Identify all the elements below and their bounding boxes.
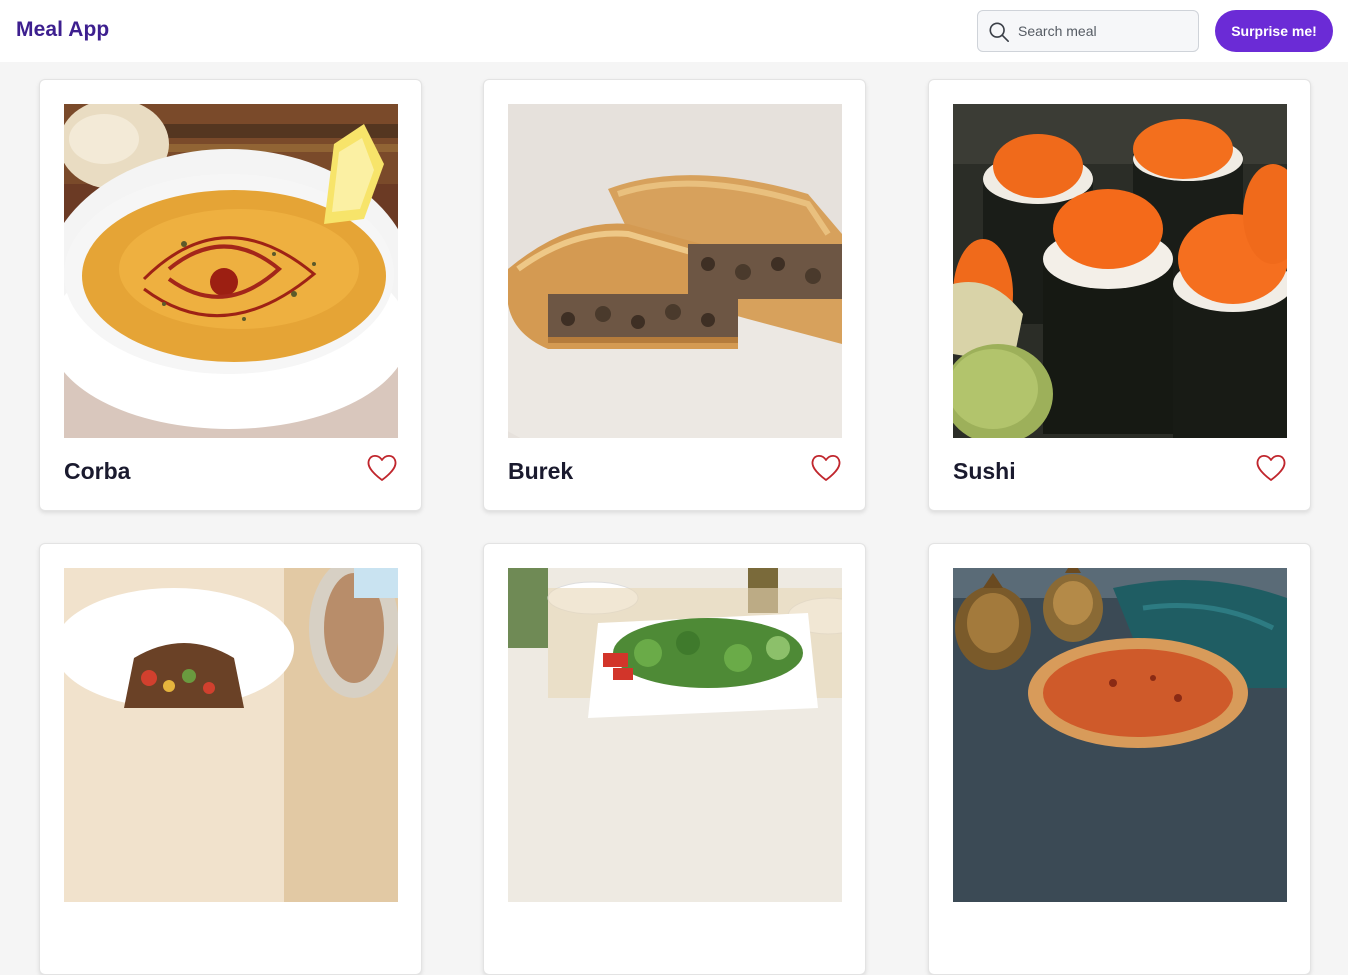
meal-card[interactable] [928, 543, 1311, 975]
search-box[interactable] [977, 10, 1199, 52]
meal-title[interactable]: Sushi [953, 458, 1016, 485]
meal-card[interactable] [39, 543, 422, 975]
meal-card[interactable]: Burek [483, 79, 866, 511]
heart-outline-icon[interactable] [810, 453, 842, 483]
meal-image[interactable] [953, 104, 1287, 438]
meal-title[interactable]: Burek [508, 458, 573, 485]
meal-card[interactable]: Sushi [928, 79, 1311, 511]
meal-card[interactable]: Corba [39, 79, 422, 511]
search-icon [989, 22, 1009, 42]
meal-image[interactable] [953, 568, 1287, 902]
meal-image[interactable] [64, 568, 398, 902]
meal-image[interactable] [508, 568, 842, 902]
heart-outline-icon[interactable] [366, 453, 398, 483]
surprise-me-button[interactable]: Surprise me! [1215, 10, 1333, 52]
app-title[interactable]: Meal App [16, 18, 109, 42]
meal-image[interactable] [508, 104, 842, 438]
search-input[interactable] [1018, 19, 1188, 43]
app-header: Meal App Surprise me! [0, 0, 1348, 62]
heart-outline-icon[interactable] [1255, 453, 1287, 483]
meal-card[interactable] [483, 543, 866, 975]
meal-title[interactable]: Corba [64, 458, 130, 485]
meal-image[interactable] [64, 104, 398, 438]
